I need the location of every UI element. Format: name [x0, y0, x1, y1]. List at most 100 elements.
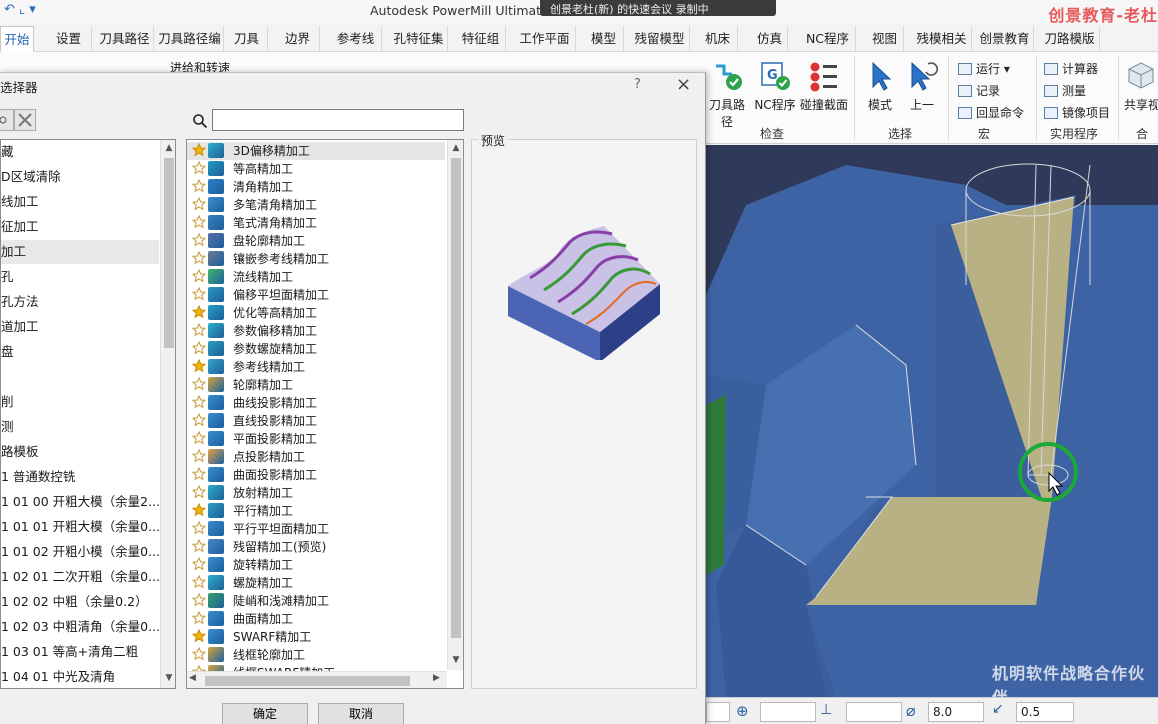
strategy-item[interactable]: 放射精加工	[187, 484, 445, 502]
strategy-item[interactable]: 曲面精加工	[187, 610, 445, 628]
calculator-button[interactable]: 计算器	[1044, 60, 1098, 77]
category-item[interactable]: 征加工	[1, 215, 159, 239]
tab-machine[interactable]: 机床	[698, 26, 738, 52]
star-outline-icon[interactable]	[192, 323, 206, 337]
tab-education[interactable]: 创景教育	[976, 26, 1034, 52]
strategy-item[interactable]: 流线精加工	[187, 268, 445, 286]
check-nc-program-button[interactable]: G NC程序	[754, 60, 796, 113]
tab-toolpath-template[interactable]: 刀路模版	[1040, 26, 1100, 52]
strategy-item[interactable]: 陡峭和浅滩精加工	[187, 592, 445, 610]
close-button[interactable]: ×	[676, 74, 691, 95]
scroll-right-arrow[interactable]: ▶	[433, 673, 440, 683]
category-item[interactable]	[1, 365, 159, 389]
quick-access-icons[interactable]: ↶ ⌞ ▾	[4, 2, 36, 17]
graphics-viewport[interactable]	[706, 145, 1158, 697]
scroll-thumb[interactable]	[451, 158, 461, 638]
strategy-item[interactable]: 笔式清角精加工	[187, 214, 445, 232]
strategy-item[interactable]: 轮廓精加工	[187, 376, 445, 394]
strategy-item[interactable]: 旋转精加工	[187, 556, 445, 574]
strategy-item[interactable]: 平面投影精加工	[187, 430, 445, 448]
star-outline-icon[interactable]	[192, 233, 206, 247]
tab-stock-related[interactable]: 残模相关	[912, 26, 972, 52]
help-button[interactable]: ?	[634, 77, 641, 92]
pin-button[interactable]	[0, 109, 14, 131]
star-outline-icon[interactable]	[192, 593, 206, 607]
tab-toolpath-edit[interactable]: 刀具路径编	[156, 26, 224, 52]
star-outline-icon[interactable]	[192, 431, 206, 445]
tab-hole-features[interactable]: 孔特征集	[390, 26, 448, 52]
strategy-item[interactable]: 曲面投影精加工	[187, 466, 445, 484]
strategy-item[interactable]: 残留精加工(预览)	[187, 538, 445, 556]
tab-tool[interactable]: 刀具	[226, 26, 268, 52]
strategy-item[interactable]: 清角精加工	[187, 178, 445, 196]
strategy-list[interactable]: 3D偏移精加工 等高精加工 清角精加工 多笔清角精加工 笔式清角精加工 盘轮廓精加工 镶嵌参…	[186, 139, 464, 689]
tab-settings[interactable]: 设置	[46, 26, 92, 52]
tab-feature-group[interactable]: 特征组	[456, 26, 506, 52]
star-outline-icon[interactable]	[192, 557, 206, 571]
select-mode-button[interactable]: 模式	[862, 60, 898, 113]
star-filled-icon[interactable]	[192, 629, 206, 643]
macro-run-button[interactable]: 运行 ▾	[958, 60, 1010, 77]
star-outline-icon[interactable]	[192, 611, 206, 625]
star-outline-icon[interactable]	[192, 251, 206, 265]
star-outline-icon[interactable]	[192, 521, 206, 535]
strategy-item[interactable]: 3D偏移精加工	[187, 142, 445, 160]
category-item[interactable]: 1 03 01 等高+清角二粗	[1, 640, 159, 664]
category-item[interactable]: 1 01 02 开粗小模（余量0...	[1, 540, 159, 564]
macro-echo-button[interactable]: 回显命令	[958, 104, 1024, 121]
strategy-item[interactable]: 螺旋精加工	[187, 574, 445, 592]
strategy-item[interactable]: 参考线精加工	[187, 358, 445, 376]
check-toolpath-button[interactable]: 刀具路径	[704, 60, 750, 130]
star-outline-icon[interactable]	[192, 269, 206, 283]
strategy-item[interactable]: 优化等高精加工	[187, 304, 445, 322]
search-input[interactable]	[212, 109, 464, 131]
select-previous-button[interactable]: 上一	[902, 60, 942, 113]
star-outline-icon[interactable]	[192, 287, 206, 301]
tolerance-field[interactable]: 8.0	[928, 702, 984, 722]
strategy-item[interactable]: 多笔清角精加工	[187, 196, 445, 214]
star-filled-icon[interactable]	[192, 143, 206, 157]
status-field[interactable]	[706, 702, 730, 722]
tool-axis-icon[interactable]: ⊥	[820, 702, 832, 718]
tab-boundary[interactable]: 边界	[276, 26, 320, 52]
category-item[interactable]: 1 01 01 开粗大模（余量0...	[1, 515, 159, 539]
strategy-item[interactable]: 直线投影精加工	[187, 412, 445, 430]
collision-section-button[interactable]: 碰撞截面	[798, 60, 850, 113]
scroll-up-arrow[interactable]: ▲	[448, 140, 463, 156]
scroll-left-arrow[interactable]: ◀	[189, 673, 196, 683]
category-item[interactable]: 路模板	[1, 440, 159, 464]
category-item[interactable]: 孔方法	[1, 290, 159, 314]
cancel-button[interactable]: 取消	[318, 703, 404, 724]
strategy-item[interactable]: 偏移平坦面精加工	[187, 286, 445, 304]
category-item[interactable]: 道加工	[1, 315, 159, 339]
strategy-item[interactable]: 参数偏移精加工	[187, 322, 445, 340]
category-item[interactable]: 盘	[1, 340, 159, 364]
tab-model[interactable]: 模型	[584, 26, 624, 52]
tab-toolpath[interactable]: 刀具路径	[96, 26, 154, 52]
tab-view[interactable]: 视图	[866, 26, 904, 52]
star-outline-icon[interactable]	[192, 467, 206, 481]
share-view-button[interactable]: 共享视	[1124, 60, 1158, 113]
scroll-down-arrow[interactable]: ▼	[448, 652, 463, 668]
star-outline-icon[interactable]	[192, 575, 206, 589]
category-item[interactable]: 藏	[1, 140, 159, 164]
crosshair-icon[interactable]: ⊕	[736, 702, 749, 720]
category-item[interactable]: 1 02 01 二次开粗（余量0...	[1, 565, 159, 589]
category-item[interactable]: D区域清除	[1, 165, 159, 189]
status-field[interactable]	[846, 702, 902, 722]
category-item[interactable]: 1 普通数控铣	[1, 465, 159, 489]
star-outline-icon[interactable]	[192, 161, 206, 175]
category-item[interactable]: 削	[1, 390, 159, 414]
scroll-thumb[interactable]	[164, 158, 174, 348]
scroll-up-arrow[interactable]: ▲	[161, 140, 175, 156]
measure-button[interactable]: 测量	[1044, 82, 1086, 99]
tab-stock-model[interactable]: 残留模型	[630, 26, 690, 52]
tab-simulation[interactable]: 仿真	[752, 26, 788, 52]
star-outline-icon[interactable]	[192, 179, 206, 193]
tab-pattern[interactable]: 参考线	[330, 26, 382, 52]
star-filled-icon[interactable]	[192, 503, 206, 517]
strategy-item[interactable]: 平行精加工	[187, 502, 445, 520]
tab-nc-program[interactable]: NC程序	[800, 26, 856, 52]
category-item[interactable]: 1 02 03 中粗清角（余量0...	[1, 615, 159, 639]
category-item[interactable]: 1 02 02 中粗（余量0.2）	[1, 590, 159, 614]
